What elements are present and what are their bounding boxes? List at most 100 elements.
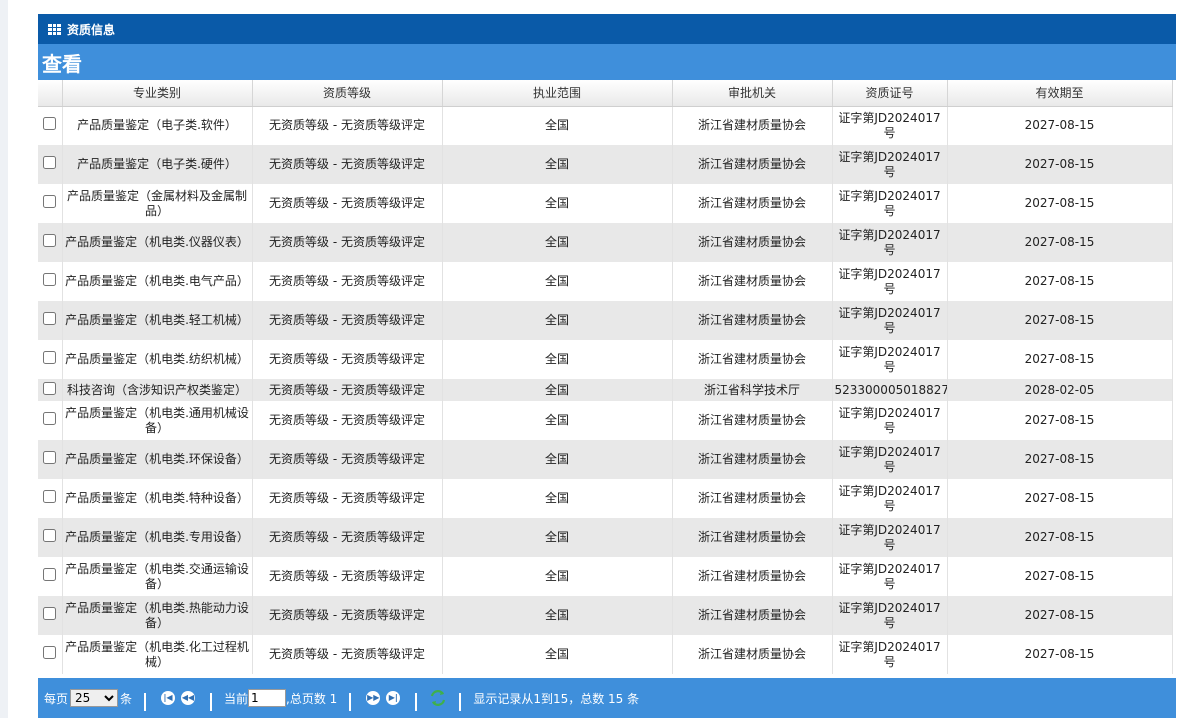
cell-scope: 全国 [442, 440, 673, 479]
cell-expiry: 2027-08-15 [947, 479, 1173, 518]
panel-header: 资质信息 [38, 14, 1176, 44]
row-checkbox-cell [38, 401, 63, 440]
row-checkbox[interactable] [43, 234, 57, 247]
table-row[interactable]: 科技咨询（含涉知识产权类鉴定） 无资质等级 - 无资质等级评定 全国 浙江省科学技术厅… [38, 379, 1173, 401]
header-checkbox-cell [38, 80, 63, 107]
cell-category: 产品质量鉴定（机电类.轻工机械） [62, 301, 253, 340]
table-row[interactable]: 产品质量鉴定（机电类.特种设备） 无资质等级 - 无资质等级评定 全国 浙江省建材质量… [38, 479, 1173, 518]
cell-cert-no: 证字第JD2024017号 [832, 301, 948, 340]
cell-authority: 浙江省建材质量协会 [672, 518, 833, 557]
row-checkbox-cell [38, 145, 63, 184]
row-checkbox-cell [38, 557, 63, 596]
row-checkbox-cell [38, 596, 63, 635]
cell-level: 无资质等级 - 无资质等级评定 [252, 340, 443, 379]
cell-cert-no: 证字第JD2024017号 [832, 518, 948, 557]
next-page-icon[interactable]: ▶▶ [366, 691, 381, 705]
last-page-icon[interactable]: ▶| [386, 691, 401, 705]
cell-scope: 全国 [442, 401, 673, 440]
cell-category: 产品质量鉴定（机电类.通用机械设备） [62, 401, 253, 440]
row-checkbox[interactable] [43, 607, 57, 620]
cell-expiry: 2027-08-15 [947, 184, 1173, 223]
per-page-unit: 条 [120, 691, 133, 706]
cell-cert-no: 证字第JD2024017号 [832, 106, 948, 145]
cell-level: 无资质等级 - 无资质等级评定 [252, 479, 443, 518]
cell-category: 科技咨询（含涉知识产权类鉴定） [62, 379, 253, 401]
cell-level: 无资质等级 - 无资质等级评定 [252, 379, 443, 401]
pager-separator [210, 693, 213, 711]
table-row[interactable]: 产品质量鉴定（机电类.交通运输设备） 无资质等级 - 无资质等级评定 全国 浙江省建材… [38, 557, 1173, 596]
cell-scope: 全国 [442, 557, 673, 596]
cell-category: 产品质量鉴定（机电类.仪器仪表） [62, 223, 253, 262]
column-header-scope[interactable]: 执业范围 [442, 80, 673, 107]
first-page-icon[interactable]: |◀ [161, 691, 176, 705]
row-checkbox[interactable] [43, 195, 57, 208]
cell-category: 产品质量鉴定（机电类.环保设备） [62, 440, 253, 479]
table-header-row: 专业类别 资质等级 执业范围 审批机关 资质证号 有效期至 [38, 80, 1173, 107]
table-row[interactable]: 产品质量鉴定（金属材料及金属制品） 无资质等级 - 无资质等级评定 全国 浙江省建材质… [38, 184, 1173, 223]
table-row[interactable]: 产品质量鉴定（机电类.电气产品） 无资质等级 - 无资质等级评定 全国 浙江省建材质量… [38, 262, 1173, 301]
cell-expiry: 2027-08-15 [947, 106, 1173, 145]
column-header-authority[interactable]: 审批机关 [672, 80, 833, 107]
table-row[interactable]: 产品质量鉴定（机电类.纺织机械） 无资质等级 - 无资质等级评定 全国 浙江省建材质量… [38, 340, 1173, 379]
cell-level: 无资质等级 - 无资质等级评定 [252, 401, 443, 440]
cell-level: 无资质等级 - 无资质等级评定 [252, 106, 443, 145]
row-checkbox-cell [38, 479, 63, 518]
total-pages-text: ,总页数 1 [286, 691, 338, 706]
table-icon [48, 23, 61, 35]
row-checkbox[interactable] [43, 451, 57, 464]
cell-scope: 全国 [442, 596, 673, 635]
row-checkbox-cell [38, 379, 63, 401]
pager-separator [349, 693, 352, 711]
table-row[interactable]: 产品质量鉴定（电子类.软件） 无资质等级 - 无资质等级评定 全国 浙江省建材质量协会… [38, 106, 1173, 145]
cell-authority: 浙江省建材质量协会 [672, 223, 833, 262]
row-checkbox[interactable] [43, 646, 57, 659]
column-header-expiry[interactable]: 有效期至 [947, 80, 1173, 107]
table-row[interactable]: 产品质量鉴定（机电类.专用设备） 无资质等级 - 无资质等级评定 全国 浙江省建材质量… [38, 518, 1173, 557]
row-checkbox[interactable] [43, 351, 57, 364]
table-row[interactable]: 产品质量鉴定（机电类.化工过程机械） 无资质等级 - 无资质等级评定 全国 浙江省建材… [38, 635, 1173, 674]
row-checkbox[interactable] [43, 529, 57, 542]
column-header-category[interactable]: 专业类别 [62, 80, 253, 107]
row-checkbox[interactable] [43, 273, 57, 286]
cell-expiry: 2027-08-15 [947, 262, 1173, 301]
row-checkbox-cell [38, 262, 63, 301]
row-checkbox[interactable] [43, 490, 57, 503]
cell-expiry: 2027-08-15 [947, 340, 1173, 379]
row-checkbox[interactable] [43, 117, 57, 131]
cell-scope: 全国 [442, 184, 673, 223]
current-page-input[interactable] [248, 689, 287, 707]
cell-cert-no: 证字第JD2024017号 [832, 340, 948, 379]
row-checkbox[interactable] [43, 412, 57, 425]
per-page-select[interactable]: 25 [70, 689, 119, 707]
cell-category: 产品质量鉴定（机电类.热能动力设备） [62, 596, 253, 635]
pager-separator [459, 693, 462, 711]
table-row[interactable]: 产品质量鉴定（机电类.环保设备） 无资质等级 - 无资质等级评定 全国 浙江省建材质量… [38, 440, 1173, 479]
view-title-bar: 查看 [38, 44, 1176, 80]
cell-cert-no: 证字第JD2024017号 [832, 145, 948, 184]
column-header-level[interactable]: 资质等级 [252, 80, 443, 107]
table-row[interactable]: 产品质量鉴定（机电类.仪器仪表） 无资质等级 - 无资质等级评定 全国 浙江省建材质量… [38, 223, 1173, 262]
row-checkbox[interactable] [43, 381, 57, 395]
column-header-cert-no[interactable]: 资质证号 [832, 80, 948, 107]
refresh-icon[interactable] [429, 689, 447, 707]
cell-category: 产品质量鉴定（电子类.硬件） [62, 145, 253, 184]
cell-expiry: 2028-02-05 [947, 379, 1173, 401]
table-row[interactable]: 产品质量鉴定（机电类.热能动力设备） 无资质等级 - 无资质等级评定 全国 浙江省建材… [38, 596, 1173, 635]
row-checkbox[interactable] [43, 312, 57, 325]
cell-expiry: 2027-08-15 [947, 145, 1173, 184]
row-checkbox[interactable] [43, 568, 57, 581]
cell-authority: 浙江省建材质量协会 [672, 262, 833, 301]
table-row[interactable]: 产品质量鉴定（机电类.通用机械设备） 无资质等级 - 无资质等级评定 全国 浙江省建材… [38, 401, 1173, 440]
cell-cert-no: 5233000050188278S [832, 379, 948, 401]
cell-authority: 浙江省建材质量协会 [672, 635, 833, 674]
prev-page-icon[interactable]: ◀◀ [181, 691, 196, 705]
row-checkbox-cell [38, 301, 63, 340]
table-row[interactable]: 产品质量鉴定（电子类.硬件） 无资质等级 - 无资质等级评定 全国 浙江省建材质量协会… [38, 145, 1173, 184]
pagination-bar: 每页 25 条 |◀ ◀◀ 当前 ,总页数 1 ▶▶ ▶| 显示记录从1到15，… [38, 678, 1176, 718]
table-row[interactable]: 产品质量鉴定（机电类.轻工机械） 无资质等级 - 无资质等级评定 全国 浙江省建材质量… [38, 301, 1173, 340]
row-checkbox[interactable] [43, 156, 57, 169]
cell-cert-no: 证字第JD2024017号 [832, 184, 948, 223]
cell-cert-no: 证字第JD2024017号 [832, 596, 948, 635]
pager-separator [415, 693, 418, 711]
cell-cert-no: 证字第JD2024017号 [832, 635, 948, 674]
